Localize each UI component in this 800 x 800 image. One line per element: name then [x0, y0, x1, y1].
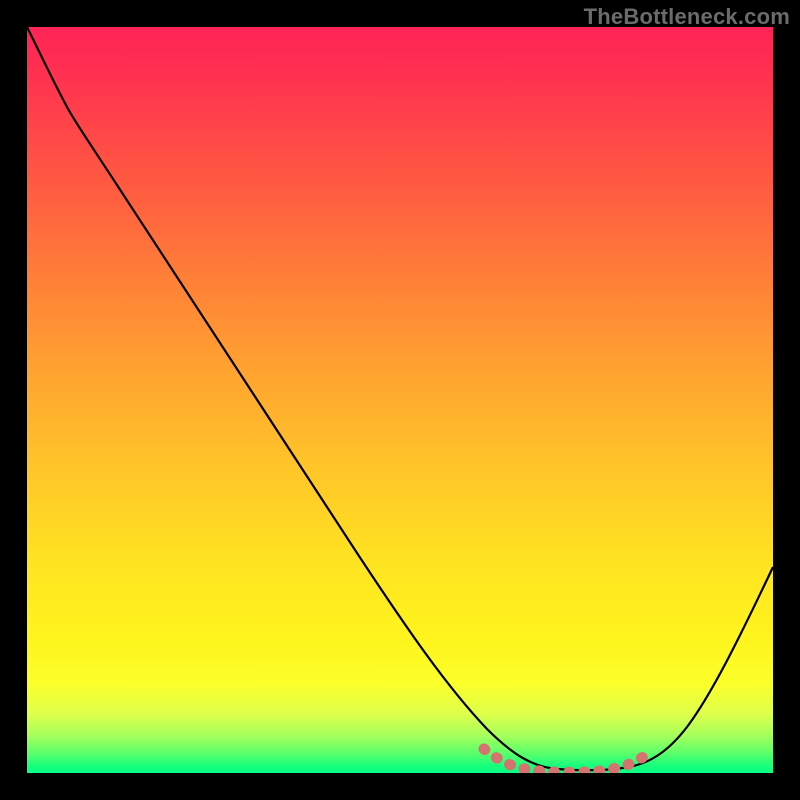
chart-curve-svg — [27, 27, 773, 773]
watermark-text: TheBottleneck.com — [584, 4, 790, 30]
bottleneck-curve-path — [27, 27, 773, 770]
plot-area — [27, 27, 773, 773]
chart-container: TheBottleneck.com — [0, 0, 800, 800]
